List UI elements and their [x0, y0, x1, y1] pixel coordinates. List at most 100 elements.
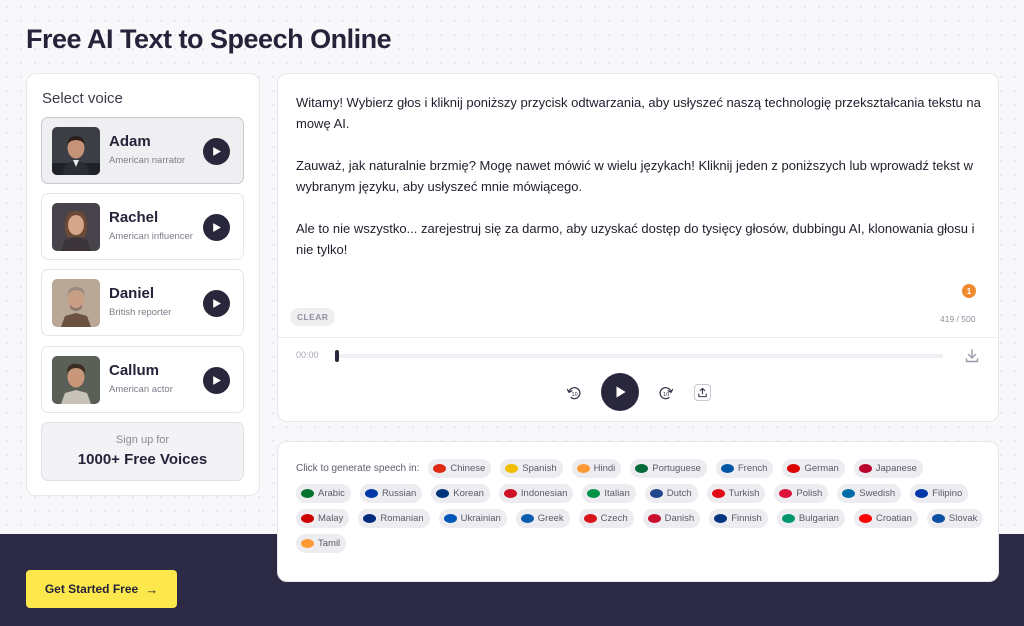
signup-voices-card[interactable]: Sign up for 1000+ Free Voices — [41, 422, 244, 481]
flag-icon — [915, 489, 929, 498]
language-name: Malay — [318, 513, 344, 524]
get-started-button[interactable]: Get Started Free → — [26, 570, 177, 608]
download-icon — [965, 349, 979, 363]
flag-icon — [587, 489, 601, 498]
flag-icon — [720, 464, 734, 473]
language-chip-german[interactable]: German — [782, 459, 845, 478]
notification-badge: 1 — [962, 284, 976, 298]
language-chip-filipino[interactable]: Filipino — [910, 484, 969, 503]
language-name: Dutch — [666, 488, 692, 499]
language-chip-portuguese[interactable]: Portuguese — [630, 459, 707, 478]
voice-description: American narrator — [109, 155, 186, 166]
language-chip-italian[interactable]: Italian — [582, 484, 636, 503]
language-name: Chinese — [450, 463, 486, 474]
avatar-callum — [52, 356, 100, 404]
forward-10-icon: 10 — [659, 387, 674, 400]
language-name: Swedish — [859, 488, 896, 499]
language-name: Spanish — [522, 463, 557, 474]
flag-icon — [842, 489, 856, 498]
language-chip-swedish[interactable]: Swedish — [837, 484, 902, 503]
clear-button[interactable]: CLEAR — [290, 308, 336, 326]
share-button[interactable] — [694, 384, 711, 401]
play-icon — [213, 299, 221, 308]
time-label: 00:00 — [296, 350, 319, 360]
language-name: Portuguese — [652, 463, 701, 474]
voice-name: Rachel — [109, 209, 159, 226]
language-chip-japanese[interactable]: Japanese — [853, 459, 923, 478]
download-button[interactable] — [964, 348, 980, 364]
get-started-label: Get Started Free — [44, 582, 139, 596]
language-chip-polish[interactable]: Polish — [774, 484, 829, 503]
progress-thumb[interactable] — [335, 350, 339, 362]
flag-icon — [858, 464, 872, 473]
language-name: Indonesian — [520, 488, 568, 499]
avatar-daniel — [52, 279, 100, 327]
language-chip-turkish[interactable]: Turkish — [706, 484, 766, 503]
text-panel: Witamy! Wybierz głos i kliknij poniższy … — [277, 73, 999, 422]
voice-card-daniel[interactable]: Daniel British reporter — [41, 269, 244, 336]
flag-icon — [503, 489, 517, 498]
language-chip-french[interactable]: French — [715, 459, 774, 478]
flag-icon — [931, 514, 945, 523]
voice-name: Callum — [109, 362, 160, 379]
flag-icon — [505, 464, 519, 473]
language-name: Filipino — [932, 488, 963, 499]
voice-name: Adam — [109, 133, 151, 150]
language-chip-bulgarian[interactable]: Bulgarian — [776, 509, 845, 528]
progress-track[interactable] — [335, 354, 943, 358]
voice-card-callum[interactable]: Callum American actor — [41, 346, 244, 413]
voice-play-button[interactable] — [203, 214, 230, 241]
language-chip-tamil[interactable]: Tamil — [296, 534, 347, 553]
language-chip-danish[interactable]: Danish — [642, 509, 701, 528]
svg-text:10: 10 — [572, 392, 578, 398]
voice-description: American actor — [109, 384, 173, 395]
language-chip-finnish[interactable]: Finnish — [709, 509, 768, 528]
main-play-button[interactable] — [601, 373, 639, 411]
forward-10-button[interactable]: 10 — [658, 385, 674, 401]
flag-icon — [858, 514, 872, 523]
voice-card-rachel[interactable]: Rachel American influencer — [41, 193, 244, 260]
language-panel: Click to generate speech in: Chinese Span… — [277, 441, 999, 582]
language-chip-croatian[interactable]: Croatian — [853, 509, 918, 528]
flag-icon — [781, 514, 795, 523]
voice-play-button[interactable] — [203, 290, 230, 317]
language-chip-spanish[interactable]: Spanish — [500, 459, 563, 478]
flag-icon — [363, 514, 377, 523]
language-chip-arabic[interactable]: Arabic — [296, 484, 351, 503]
language-name: Bulgarian — [798, 513, 839, 524]
language-chip-czech[interactable]: Czech — [578, 509, 634, 528]
language-chip-hindi[interactable]: Hindi — [571, 459, 622, 478]
language-name: Japanese — [875, 463, 917, 474]
language-prompt: Click to generate speech in: — [296, 463, 420, 474]
voice-card-adam[interactable]: Adam American narrator — [41, 117, 244, 184]
language-chip-romanian[interactable]: Romanian — [358, 509, 430, 528]
language-chip-dutch[interactable]: Dutch — [644, 484, 698, 503]
language-chip-korean[interactable]: Korean — [431, 484, 490, 503]
voice-play-button[interactable] — [203, 367, 230, 394]
text-input[interactable]: Witamy! Wybierz głos i kliknij poniższy … — [296, 92, 986, 281]
language-name: Danish — [664, 513, 695, 524]
voice-play-button[interactable] — [203, 138, 230, 165]
language-name: Hindi — [593, 463, 616, 474]
flag-icon — [433, 464, 447, 473]
language-chip-malay[interactable]: Malay — [296, 509, 350, 528]
language-chip-slovak[interactable]: Slovak — [926, 509, 984, 528]
divider — [278, 337, 998, 338]
language-chip-greek[interactable]: Greek — [515, 509, 570, 528]
language-name: Arabic — [318, 488, 345, 499]
flag-icon — [714, 514, 728, 523]
flag-icon — [711, 489, 725, 498]
language-name: Croatian — [875, 513, 912, 524]
play-icon — [213, 376, 221, 385]
flag-icon — [364, 489, 378, 498]
text-paragraph: Zauważ, jak naturalnie brzmię? Mogę nawe… — [296, 158, 974, 194]
rewind-10-button[interactable]: 10 — [566, 385, 582, 401]
svg-text:10: 10 — [663, 392, 669, 398]
language-chip-ukrainian[interactable]: Ukrainian — [438, 509, 507, 528]
language-chip-indonesian[interactable]: Indonesian — [498, 484, 574, 503]
signup-title: 1000+ Free Voices — [77, 451, 208, 468]
flag-icon — [635, 464, 649, 473]
voice-description: American influencer — [109, 231, 193, 242]
language-chip-russian[interactable]: Russian — [359, 484, 423, 503]
language-chip-chinese[interactable]: Chinese — [428, 459, 492, 478]
